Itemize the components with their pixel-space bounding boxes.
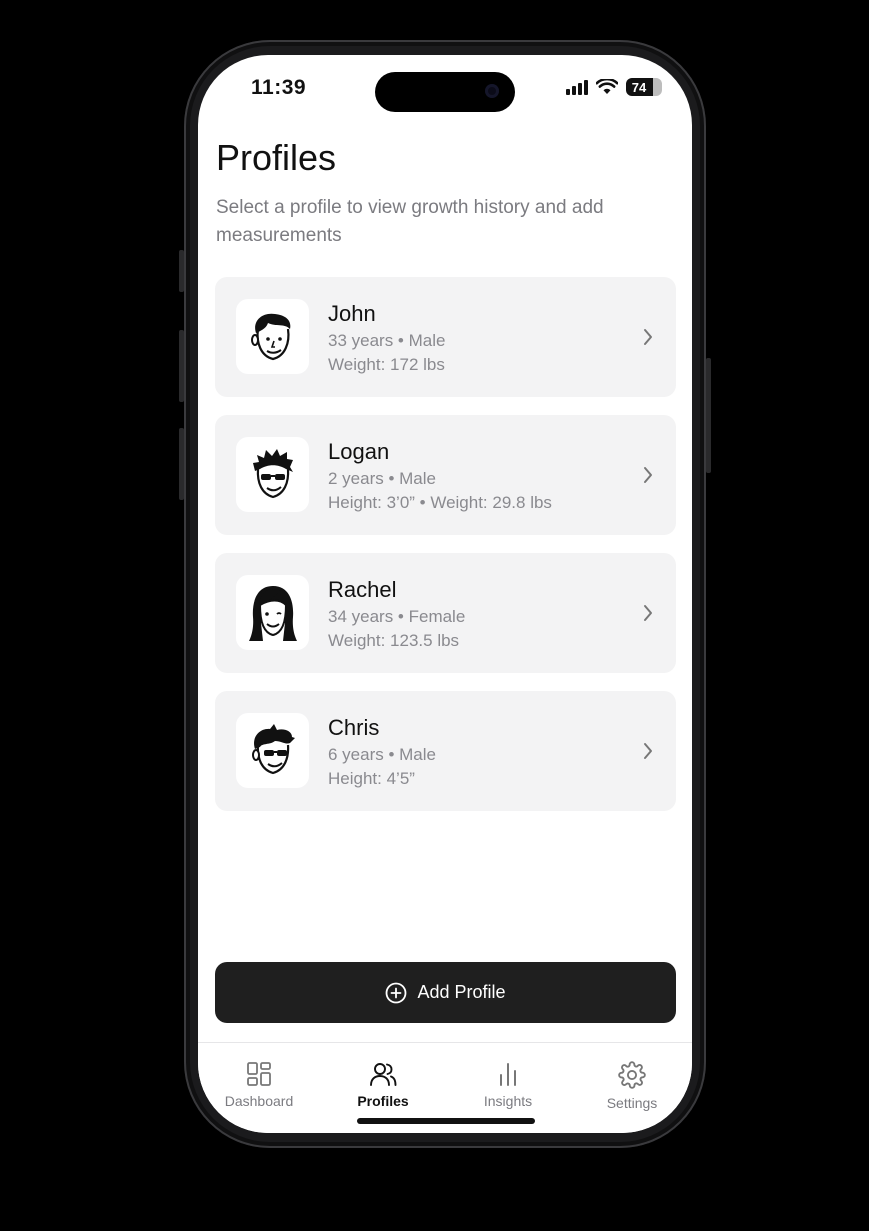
volume-down-button	[179, 428, 184, 500]
volume-up-button	[179, 330, 184, 402]
wifi-icon	[596, 79, 618, 94]
battery-level: 74	[631, 79, 647, 95]
page-title: Profiles	[216, 137, 337, 178]
profile-details: 33 years • Male	[328, 331, 446, 350]
chevron-right-icon	[644, 329, 652, 345]
profile-details: 6 years • Male	[328, 745, 436, 764]
profile-measurements: Weight: 172 lbs	[328, 355, 445, 374]
add-profile-label: Add Profile	[417, 982, 506, 1002]
page-subtitle: Select a profile to view growth history …	[216, 197, 604, 246]
tab-insights[interactable]: Insights	[453, 1061, 563, 1109]
avatar	[236, 575, 309, 650]
cellular-signal-icon	[566, 79, 588, 95]
tab-dashboard[interactable]: Dashboard	[204, 1061, 314, 1109]
profile-name: Logan	[328, 439, 390, 464]
bar-chart-icon	[500, 1063, 516, 1086]
profile-measurements: Weight: 123.5 lbs	[328, 631, 460, 650]
profile-details: 2 years • Male	[328, 469, 436, 488]
camera-icon	[485, 84, 499, 98]
grid-icon	[247, 1062, 271, 1086]
dynamic-island	[375, 72, 515, 112]
profile-card-logan[interactable]: Logan 2 years • Male Height: 3’0” • Weig…	[215, 415, 676, 535]
status-time: 11:39	[251, 76, 307, 99]
plus-circle-icon	[386, 982, 407, 1003]
tab-label: Insights	[483, 1093, 533, 1109]
avatar	[236, 299, 309, 374]
chevron-right-icon	[644, 605, 652, 621]
profile-measurements: Height: 3’0” • Weight: 29.8 lbs	[328, 493, 552, 512]
profile-card-chris[interactable]: Chris 6 years • Male Height: 4’5”	[215, 691, 676, 811]
avatar	[236, 437, 309, 512]
woman-avatar-icon	[248, 585, 297, 641]
tab-profiles[interactable]: Profiles	[328, 1061, 438, 1109]
tab-label: Settings	[606, 1095, 658, 1111]
tab-settings[interactable]: Settings	[577, 1061, 687, 1111]
tab-label: Profiles	[357, 1093, 409, 1109]
home-indicator[interactable]	[357, 1118, 535, 1124]
profile-name: Chris	[328, 715, 380, 740]
profile-name: Rachel	[328, 577, 397, 602]
tab-label: Dashboard	[224, 1093, 294, 1109]
man-avatar-icon	[250, 313, 290, 360]
action-button	[179, 250, 184, 292]
profile-measurements: Height: 4’5”	[328, 769, 415, 788]
avatar	[236, 713, 309, 788]
profile-card-rachel[interactable]: Rachel 34 years • Female Weight: 123.5 l…	[215, 553, 676, 673]
chevron-right-icon	[644, 467, 652, 483]
app-screen: 11:39 74 Profiles Select a profile to vi…	[198, 55, 692, 1133]
users-icon	[370, 1063, 397, 1086]
gear-icon	[618, 1061, 646, 1089]
profile-card-john[interactable]: John 33 years • Male Weight: 172 lbs	[215, 277, 676, 397]
power-button	[706, 358, 711, 473]
battery-icon: 74	[626, 78, 662, 96]
chevron-right-icon	[644, 743, 652, 759]
status-icons: 74	[566, 78, 662, 96]
profile-details: 34 years • Female	[328, 607, 466, 626]
boy-sunglasses-avatar-icon	[252, 448, 293, 498]
add-profile-button[interactable]: Add Profile	[215, 962, 676, 1023]
profile-name: John	[328, 301, 376, 326]
boy-avatar-icon	[251, 723, 295, 774]
